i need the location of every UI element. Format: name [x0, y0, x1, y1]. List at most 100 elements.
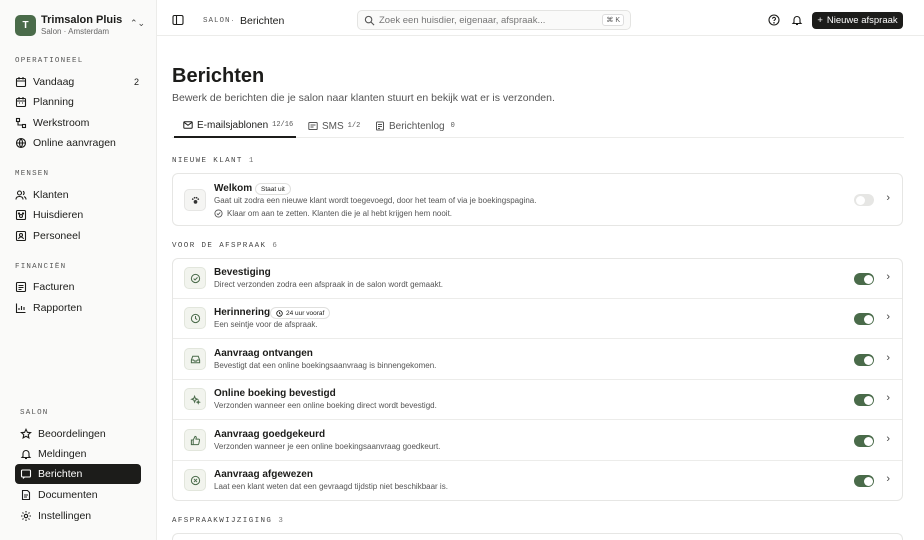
template-title: Welkom — [214, 183, 253, 194]
template-title: Online boeking bevestigd — [214, 388, 336, 399]
template-icon — [184, 388, 206, 410]
enable-toggle[interactable] — [854, 475, 874, 487]
sidebar-item-klanten[interactable]: Klanten — [15, 185, 141, 205]
users-icon — [15, 190, 27, 200]
sidebar-item-berichten[interactable]: Berichten — [15, 464, 141, 484]
breadcrumb-current: Berichten — [240, 15, 285, 27]
chevron-right-icon[interactable]: › — [886, 433, 890, 445]
x-circle-icon — [190, 475, 200, 485]
search-input[interactable]: Zoek een huisdier, eigenaar, afspraak...… — [357, 10, 631, 30]
enable-toggle[interactable] — [854, 435, 874, 447]
template-description: Laat een klant weten dat een gevraagd ti… — [214, 482, 448, 491]
workspace-name: Trimsalon Pluis — [41, 14, 123, 26]
sidebar-item-vandaag[interactable]: Vandaag 2 — [15, 72, 141, 92]
sidebar-item-label: Meldingen — [38, 448, 87, 460]
chevron-right-icon[interactable]: › — [886, 352, 890, 364]
shortcut-hint: ⌘ K — [602, 14, 624, 26]
flow-icon — [15, 117, 27, 129]
sidebar-item-label: Klanten — [33, 189, 69, 201]
sidebar-item-instellingen[interactable]: Instellingen — [15, 506, 141, 526]
chevron-right-icon[interactable]: › — [886, 392, 890, 404]
clock-icon — [276, 309, 283, 317]
inbox-icon — [190, 355, 200, 363]
new-appointment-label: Nieuwe afspraak — [826, 15, 898, 26]
new-appointment-button[interactable]: + Nieuwe afspraak — [812, 12, 903, 29]
sidebar-toggle-icon[interactable] — [172, 14, 184, 26]
template-row-aanvraag-afgewezen[interactable]: Aanvraag afgewezen Laat een klant weten … — [173, 461, 902, 501]
sidebar-item-label: Beoordelingen — [38, 428, 106, 440]
bell-icon — [20, 450, 32, 460]
sidebar-item-label: Documenten — [38, 489, 98, 501]
template-icon — [184, 307, 206, 329]
group-label-afspraakwijziging: AFSPRAAKWIJZIGING 3 — [172, 517, 285, 525]
search-placeholder: Zoek een huisdier, eigenaar, afspraak... — [379, 15, 546, 26]
template-card-welkom[interactable]: Welkom Staat uit Gaat uit zodra een nieu… — [172, 173, 903, 226]
sparkle-icon — [189, 394, 201, 405]
page-title: Berichten — [172, 65, 265, 87]
check-circle-icon — [214, 209, 223, 218]
sidebar-item-label: Facturen — [33, 281, 75, 293]
status-badge: Staat uit — [255, 183, 291, 195]
chevron-right-icon[interactable]: › — [886, 271, 890, 283]
template-description: Direct verzonden zodra een afspraak in d… — [214, 280, 444, 289]
sms-icon — [308, 122, 318, 130]
sidebar-item-beoordelingen[interactable]: Beoordelingen — [15, 424, 141, 444]
workspace-logo: T — [15, 15, 36, 36]
chevron-right-icon[interactable]: › — [886, 473, 890, 485]
breadcrumb-separator: · — [231, 15, 234, 25]
sidebar-item-online-aanvragen[interactable]: Online aanvragen — [15, 133, 141, 153]
template-list-voor-de-afspraak: Bevestiging Direct verzonden zodra een a… — [172, 258, 903, 501]
sidebar-item-label: Planning — [33, 96, 74, 108]
sidebar-item-werkstroom[interactable]: Werkstroom — [15, 113, 141, 133]
help-icon[interactable] — [768, 14, 780, 26]
enable-toggle[interactable] — [854, 394, 874, 406]
chevron-updown-icon: ⌃⌄ — [130, 18, 146, 28]
template-row-bevestiging[interactable]: Bevestiging Direct verzonden zodra een a… — [173, 259, 902, 299]
template-title: Herinnering — [214, 307, 271, 318]
sidebar-section-mensen: MENSEN — [15, 170, 50, 178]
globe-icon — [15, 137, 27, 149]
log-icon — [376, 121, 384, 131]
sidebar-item-huisdieren[interactable]: Huisdieren — [15, 205, 141, 225]
sidebar-item-label: Werkstroom — [33, 117, 90, 129]
template-row-online-boeking-bevestigd[interactable]: Online boeking bevestigd Verzonden wanne… — [173, 380, 902, 420]
notifications-bell-icon[interactable] — [791, 14, 803, 26]
sidebar-item-meldingen[interactable]: Meldingen — [15, 444, 141, 464]
calendar-icon — [15, 77, 27, 88]
sidebar-section-operationeel: OPERATIONEEL — [15, 57, 84, 65]
enable-toggle[interactable] — [854, 354, 874, 366]
chevron-right-icon[interactable]: › — [886, 311, 890, 323]
settings-icon — [21, 511, 31, 521]
template-icon — [184, 469, 206, 491]
invoice-icon — [15, 281, 27, 293]
template-row-aanvraag-goedgekeurd[interactable]: Aanvraag goedgekeurd Verzonden wanneer j… — [173, 421, 902, 461]
enable-toggle[interactable] — [854, 273, 874, 285]
tabs: E-mailsjablonen 12/16 SMS 1/2 Berichtenl… — [172, 114, 904, 138]
sidebar-item-planning[interactable]: Planning — [15, 92, 141, 112]
sidebar-item-personeel[interactable]: Personeel — [15, 226, 141, 246]
sidebar-item-documenten[interactable]: Documenten — [15, 485, 141, 505]
template-description: Een seintje voor de afspraak. — [214, 320, 318, 329]
tab-e-mailsjablonen[interactable]: E-mailsjablonen 12/16 — [174, 114, 296, 138]
template-icon — [184, 267, 206, 289]
template-row-herinnering[interactable]: Herinnering 24 uur vooraf Een seintje vo… — [173, 299, 902, 339]
template-row-aanvraag-ontvangen[interactable]: Aanvraag ontvangen Bevestigt dat een onl… — [173, 340, 902, 380]
tab-berichtenlog[interactable]: Berichtenlog 0 — [375, 114, 455, 138]
workspace-switcher[interactable]: T Trimsalon Pluis Salon · Amsterdam ⌃⌄ — [15, 14, 146, 37]
tab-sms[interactable]: SMS 1/2 — [308, 114, 360, 138]
tab-label: Berichtenlog — [389, 120, 445, 132]
breadcrumb-salon[interactable]: SALON — [203, 17, 231, 25]
paw-icon — [15, 209, 27, 221]
sidebar-item-label: Huisdieren — [33, 209, 84, 221]
tab-count: 0 — [450, 122, 455, 130]
paw-icon — [191, 196, 199, 204]
sidebar-item-facturen[interactable]: Facturen — [15, 277, 141, 297]
template-description: Gaat uit zodra een nieuwe klant wordt to… — [214, 196, 537, 205]
sidebar-item-rapporten[interactable]: Rapporten — [15, 298, 141, 318]
enable-toggle[interactable] — [854, 313, 874, 325]
chevron-right-icon[interactable]: › — [886, 192, 890, 204]
sidebar-section-financien: FINANCIËN — [15, 263, 67, 271]
enable-toggle[interactable] — [854, 194, 874, 206]
chart-icon — [15, 303, 26, 314]
group-label-nieuwe-klant: NIEUWE KLANT 1 — [172, 157, 255, 165]
